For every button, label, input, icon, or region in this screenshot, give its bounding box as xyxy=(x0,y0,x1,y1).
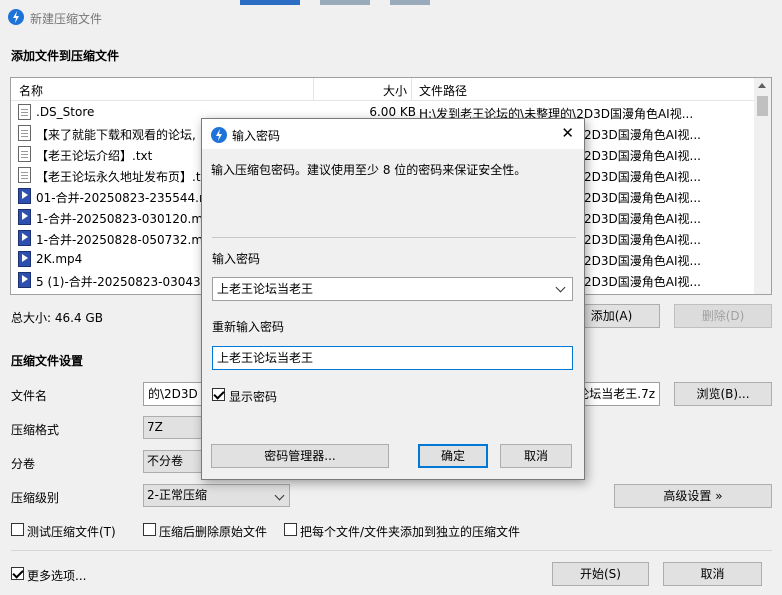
total-size: 总大小: 46.4 GB xyxy=(11,311,103,325)
file-path: 2D3D国漫角色AI视... xyxy=(584,191,701,205)
separate-archives-label[interactable]: 把每个文件/文件夹添加到独立的压缩文件 xyxy=(300,523,520,540)
level-label: 压缩级别 xyxy=(11,491,60,505)
title-bar: 新建压缩文件 xyxy=(0,0,782,34)
dialog-description: 输入压缩包密码。建议使用至少 8 位的密码来保证安全性。 xyxy=(211,163,527,177)
more-options-label[interactable]: 更多选项... xyxy=(27,567,86,584)
column-header-name[interactable]: 名称 xyxy=(19,82,43,99)
file-name: 1-合并-20250828-050732.mp xyxy=(36,233,211,247)
confirm-password-input[interactable]: 上老王论坛当老王 xyxy=(212,346,573,370)
background-tab-1 xyxy=(240,0,300,5)
column-divider[interactable] xyxy=(411,78,412,100)
window-title: 新建压缩文件 xyxy=(30,12,103,26)
column-divider[interactable] xyxy=(313,78,314,100)
format-value: 7Z xyxy=(147,420,163,434)
test-archive-checkbox[interactable] xyxy=(11,523,24,536)
level-select[interactable]: 2-正常压缩 xyxy=(143,484,290,507)
filename-suffix: 论坛当老王.7z xyxy=(577,387,655,401)
delete-originals-checkbox[interactable] xyxy=(143,523,156,536)
column-header-path[interactable]: 文件路径 xyxy=(419,82,467,99)
password-value: 上老王论坛当老王 xyxy=(217,282,314,296)
show-password-label[interactable]: 显示密码 xyxy=(229,388,277,405)
advanced-settings-button[interactable]: 高级设置 » xyxy=(614,484,772,508)
chevron-down-icon[interactable] xyxy=(555,282,566,293)
file-name: 【老王论坛介绍】.txt xyxy=(36,149,153,163)
show-password-checkbox[interactable] xyxy=(212,388,225,401)
ok-button[interactable]: 确定 xyxy=(418,444,488,468)
confirm-password-value: 上老王论坛当老王 xyxy=(217,351,314,365)
start-button[interactable]: 开始(S) xyxy=(552,562,649,586)
app-logo-icon xyxy=(211,127,227,143)
background-tab-2 xyxy=(320,0,370,5)
mp4-icon xyxy=(18,230,31,246)
level-value: 2-正常压缩 xyxy=(147,488,207,502)
mp4-icon xyxy=(18,272,31,288)
password-manager-button[interactable]: 密码管理器... xyxy=(211,444,389,468)
file-path: 2D3D国漫角色AI视... xyxy=(584,128,701,142)
separate-archives-checkbox[interactable] xyxy=(284,523,297,536)
file-path: 2D3D国漫角色AI视... xyxy=(584,275,701,289)
cancel-button[interactable]: 取消 xyxy=(663,562,762,586)
split-value: 不分卷 xyxy=(147,454,184,468)
app-logo-icon xyxy=(8,9,24,25)
file-path: 2D3D国漫角色AI视... xyxy=(584,233,701,247)
document-icon xyxy=(18,104,31,120)
split-label: 分卷 xyxy=(11,457,36,471)
delete-originals-label[interactable]: 压缩后删除原始文件 xyxy=(159,523,267,540)
password-dialog: 输入密码 ✕ 输入压缩包密码。建议使用至少 8 位的密码来保证安全性。 输入密码… xyxy=(201,118,585,480)
file-list-header: 名称 大小 文件路径 xyxy=(11,78,756,101)
dialog-divider xyxy=(212,237,576,238)
scroll-up-arrow-icon[interactable] xyxy=(758,83,766,88)
file-path: 2D3D国漫角色AI视... xyxy=(584,149,701,163)
background-tabs xyxy=(220,0,440,5)
filename-prefix: 的\2D3D xyxy=(148,387,198,401)
file-list-scrollbar[interactable] xyxy=(754,78,771,294)
document-icon xyxy=(18,146,31,162)
column-header-size[interactable]: 大小 xyxy=(383,82,407,99)
scrollbar-thumb[interactable] xyxy=(757,96,768,116)
divider xyxy=(11,550,772,551)
password-input[interactable]: 上老王论坛当老王 xyxy=(212,277,573,301)
dialog-title-bar: 输入密码 ✕ xyxy=(202,119,584,149)
dialog-cancel-button[interactable]: 取消 xyxy=(500,444,572,468)
file-path: 2D3D国漫角色AI视... xyxy=(584,212,701,226)
file-name: 2K.mp4 xyxy=(36,252,83,266)
file-name: 【老王论坛永久地址发布页】.t xyxy=(36,170,201,184)
document-icon xyxy=(18,167,31,183)
delete-button[interactable]: 删除(D) xyxy=(674,304,772,328)
files-section-title: 添加文件到压缩文件 xyxy=(11,49,120,63)
file-path: 2D3D国漫角色AI视... xyxy=(584,254,701,268)
file-path: 2D3D国漫角色AI视... xyxy=(584,170,701,184)
background-tab-3 xyxy=(390,0,430,5)
format-label: 压缩格式 xyxy=(11,423,60,437)
mp4-icon xyxy=(18,251,31,267)
mp4-icon xyxy=(18,188,31,204)
browse-button[interactable]: 浏览(B)... xyxy=(674,382,772,406)
dialog-title: 输入密码 xyxy=(232,129,281,143)
confirm-password-label: 重新输入密码 xyxy=(212,320,285,334)
document-icon xyxy=(18,125,31,141)
password-label: 输入密码 xyxy=(212,252,261,266)
chevron-down-icon xyxy=(274,490,285,501)
close-icon[interactable]: ✕ xyxy=(561,125,574,141)
file-name: 【来了就能下载和观看的论坛, xyxy=(36,128,196,142)
filename-label: 文件名 xyxy=(11,389,48,403)
file-size: 6.00 KB xyxy=(369,105,416,119)
settings-section-title: 压缩文件设置 xyxy=(11,354,84,368)
file-name: 1-合并-20250823-030120.mp xyxy=(36,212,211,226)
file-name: 01-合并-20250823-235544.m xyxy=(36,191,211,205)
file-name: 5 (1)-合并-20250823-030438. xyxy=(36,275,213,289)
test-archive-label[interactable]: 测试压缩文件(T) xyxy=(27,523,116,540)
more-options-checkbox[interactable] xyxy=(11,567,24,580)
file-name: .DS_Store xyxy=(36,105,95,119)
mp4-icon xyxy=(18,209,31,225)
